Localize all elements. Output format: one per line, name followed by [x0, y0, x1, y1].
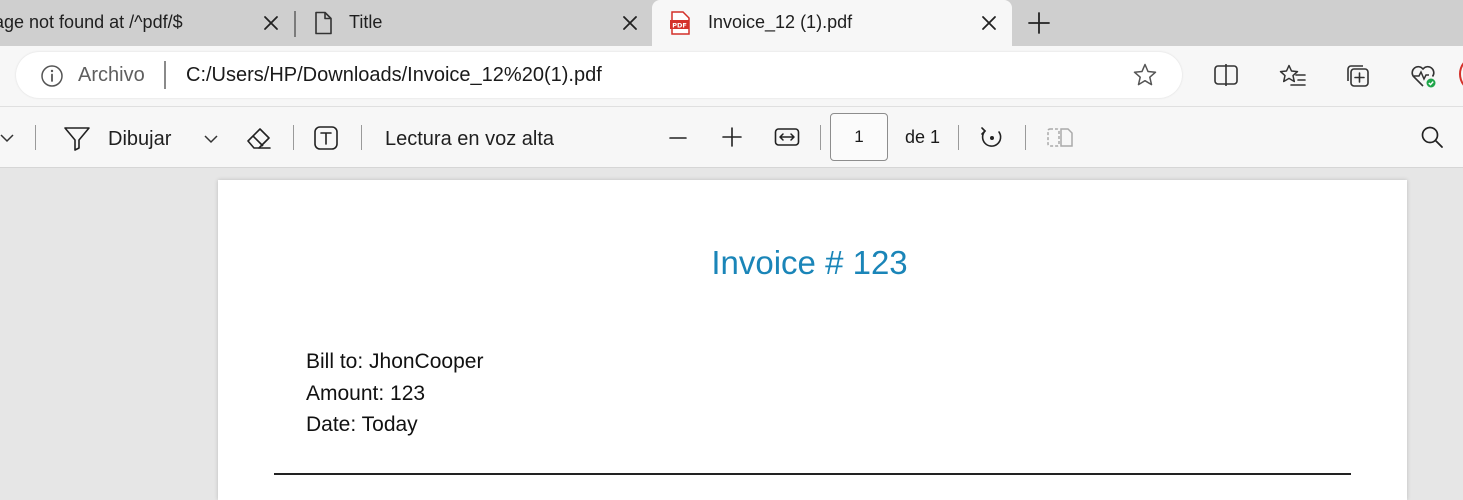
- page-view-icon: [1047, 128, 1073, 147]
- page-number-input[interactable]: 1: [830, 113, 888, 161]
- close-icon[interactable]: [980, 14, 998, 32]
- document-icon: [315, 11, 332, 35]
- browser-essentials-heart-icon[interactable]: [1410, 63, 1438, 89]
- favorite-star-icon[interactable]: [1132, 62, 1158, 88]
- pdf-icon: PDF: [670, 11, 690, 35]
- close-icon[interactable]: [262, 14, 280, 32]
- fit-to-width-icon[interactable]: [774, 127, 800, 147]
- tab-page-not-found[interactable]: age not found at /^pdf/$: [0, 0, 294, 46]
- invoice-title-text: Invoice # 123: [711, 244, 908, 281]
- split-screen-icon[interactable]: [1213, 63, 1239, 87]
- address-row: Archivo C:/Users/HP/Downloads/Invoice_12…: [0, 46, 1463, 106]
- draw-label[interactable]: Dibujar: [108, 128, 171, 151]
- horizontal-rule: [274, 473, 1351, 475]
- new-tab-plus-icon[interactable]: [1027, 11, 1051, 35]
- profile-avatar[interactable]: [1459, 58, 1463, 90]
- tab-strip: age not found at /^pdf/$ Title PDF Invoi…: [0, 0, 1463, 46]
- rotate-icon[interactable]: [979, 125, 1005, 151]
- draw-pen-icon[interactable]: [63, 124, 91, 152]
- pdf-page: Invoice # 123 Bill to: JhonCooper Amount…: [218, 180, 1407, 500]
- tab-title: Title: [349, 12, 383, 32]
- invoice-title: Invoice # 123: [218, 244, 1407, 282]
- toolbar-divider: [1025, 125, 1026, 150]
- tab-title-page[interactable]: Title: [296, 0, 650, 46]
- tab-title: Invoice_12 (1).pdf: [708, 12, 853, 32]
- url-text[interactable]: C:/Users/HP/Downloads/Invoice_12%20(1).p…: [186, 64, 602, 87]
- text-box-icon[interactable]: [313, 125, 339, 151]
- toolbar-divider: [293, 125, 294, 150]
- address-divider: [164, 61, 166, 89]
- pdf-viewer-area[interactable]: Invoice # 123 Bill to: JhonCooper Amount…: [0, 168, 1463, 500]
- chevron-down-icon[interactable]: [204, 134, 218, 144]
- tab-title: age not found at /^pdf/$: [0, 12, 183, 32]
- zoom-out-icon[interactable]: [669, 129, 687, 147]
- pdf-toolbar: Dibujar Lectura en voz alta 1 de 1: [0, 106, 1463, 168]
- date-line: Date: Today: [306, 413, 418, 436]
- read-aloud-button[interactable]: Lectura en voz alta: [385, 128, 554, 151]
- tab-invoice-pdf[interactable]: PDF Invoice_12 (1).pdf: [652, 0, 1012, 46]
- address-bar[interactable]: Archivo C:/Users/HP/Downloads/Invoice_12…: [16, 52, 1182, 98]
- svg-text:PDF: PDF: [672, 21, 687, 29]
- collections-icon[interactable]: [1345, 63, 1371, 89]
- page-total-label: de 1: [905, 127, 941, 147]
- toolbar-divider: [361, 125, 362, 150]
- amount-line: Amount: 123: [306, 382, 426, 405]
- search-icon[interactable]: [1420, 125, 1444, 149]
- favorites-list-icon[interactable]: [1279, 63, 1307, 89]
- site-label: Archivo: [78, 64, 145, 86]
- toolbar-divider: [958, 125, 959, 150]
- toolbar-divider: [35, 125, 36, 150]
- toolbar-divider: [820, 125, 821, 150]
- chevron-down-icon[interactable]: [0, 133, 14, 143]
- info-icon[interactable]: [40, 64, 64, 88]
- zoom-in-icon[interactable]: [722, 127, 742, 147]
- eraser-icon[interactable]: [245, 124, 273, 152]
- bill-to-line: Bill to: JhonCooper: [306, 350, 484, 373]
- close-icon[interactable]: [621, 14, 639, 32]
